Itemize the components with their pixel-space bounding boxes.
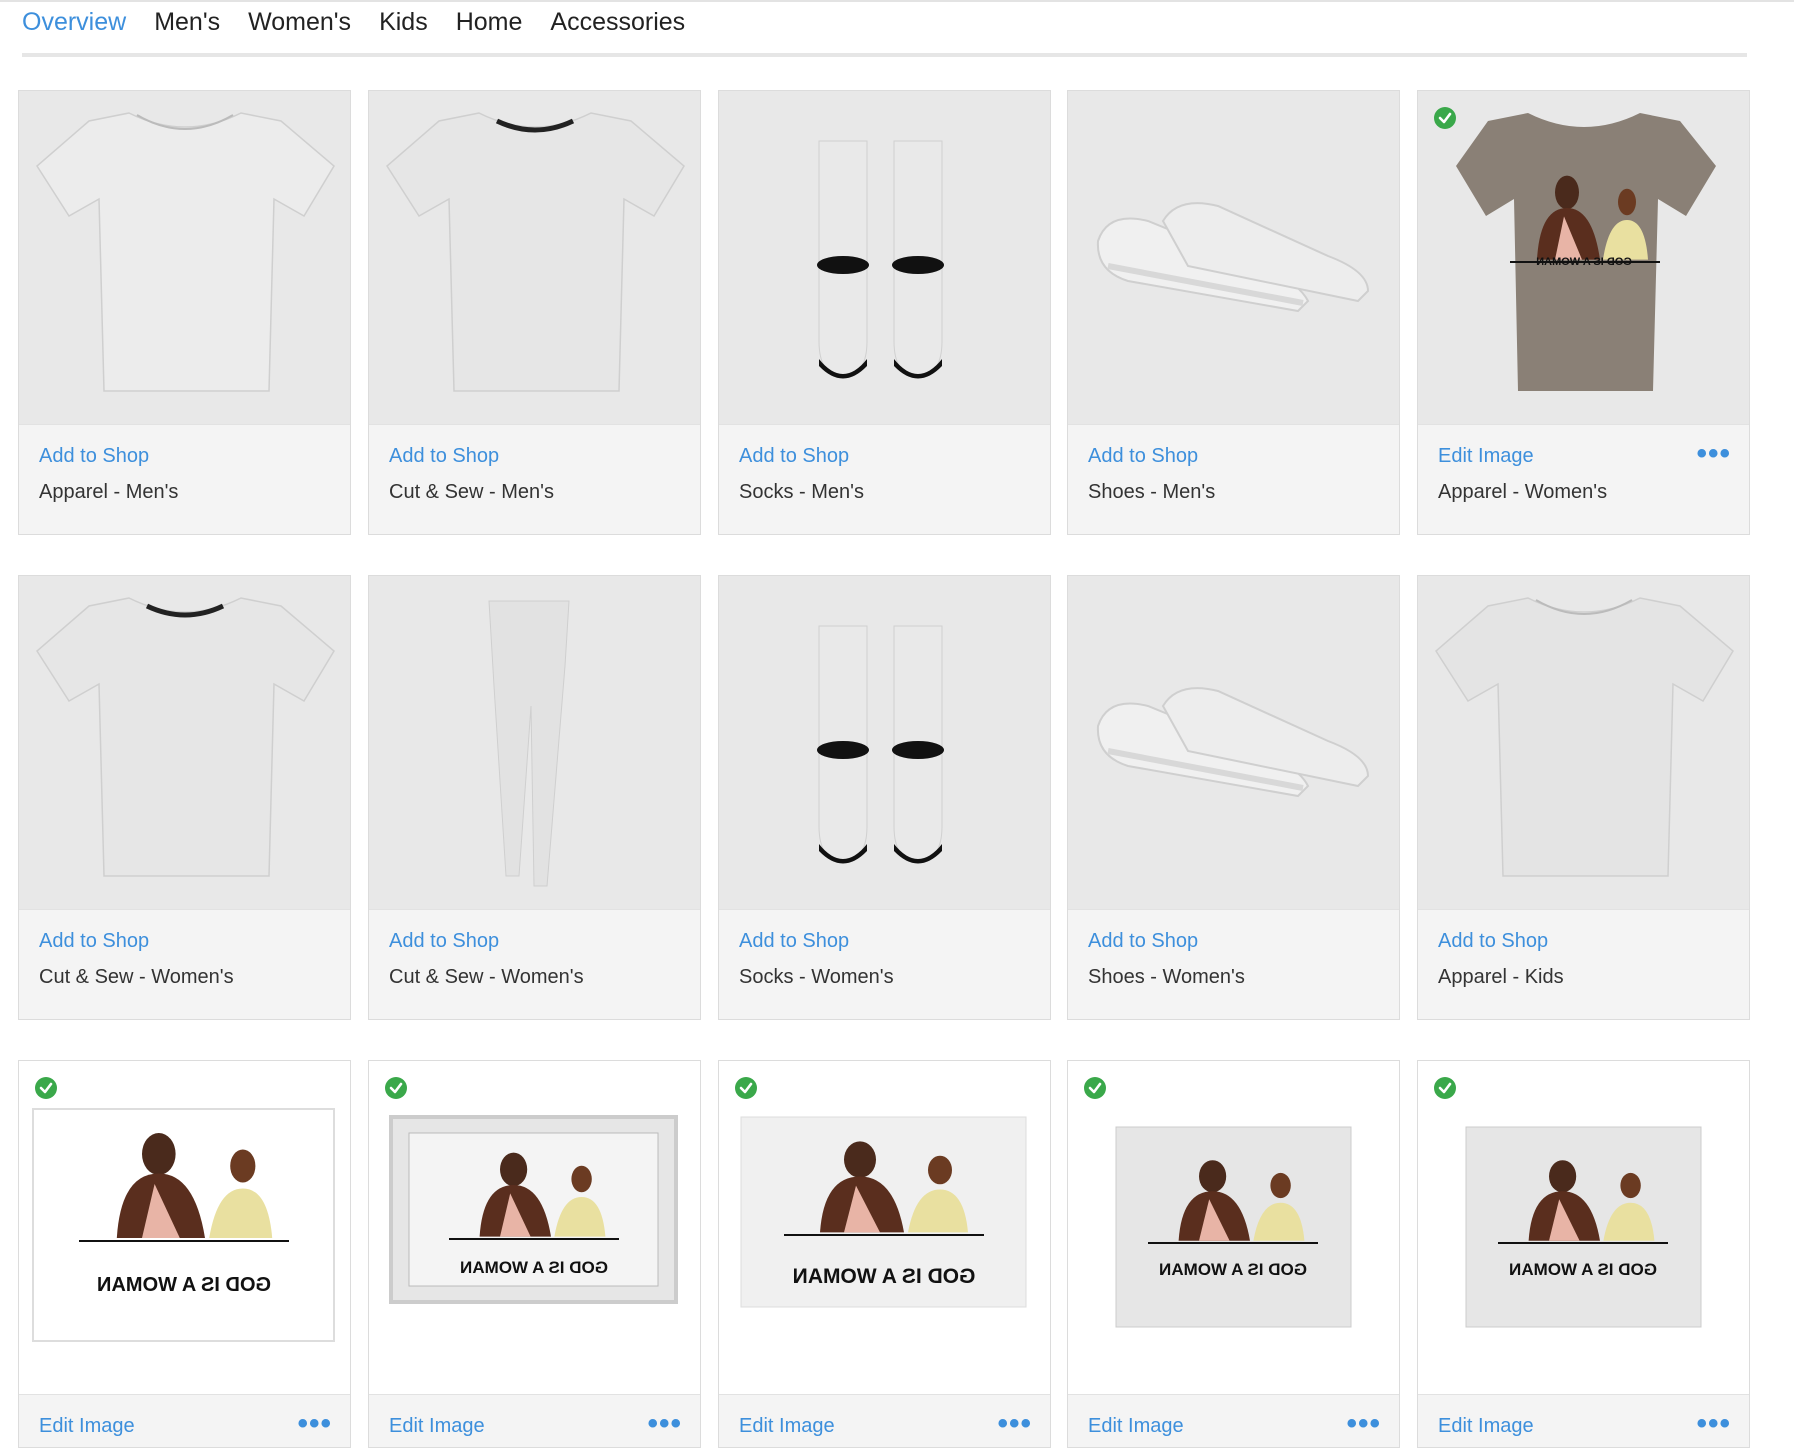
card-footer: Add to Shop Apparel - Kids [1418, 909, 1749, 1019]
product-card[interactable]: Add to Shop Socks - Women's [718, 575, 1051, 1020]
more-options-icon[interactable]: ••• [1696, 437, 1731, 471]
product-label: Cut & Sew - Women's [389, 966, 584, 988]
svg-text:GOD IS A WOMAN: GOD IS A WOMAN [97, 1274, 271, 1296]
framed-print-image[interactable]: GOD IS A WOMAN [369, 1061, 700, 1394]
add-to-shop-link[interactable]: Add to Shop [389, 930, 499, 953]
product-card[interactable]: GOD IS A WOMAN Edit Image ••• [368, 1060, 701, 1448]
card-footer: Edit Image ••• [1418, 1394, 1749, 1447]
leggings-image[interactable] [369, 576, 700, 909]
more-options-icon[interactable]: ••• [997, 1407, 1032, 1441]
sticker-image[interactable]: GOD IS A WOMAN [19, 1061, 350, 1394]
edit-image-link[interactable]: Edit Image [739, 1415, 835, 1438]
edit-image-link[interactable]: Edit Image [1088, 1415, 1184, 1438]
add-to-shop-link[interactable]: Add to Shop [39, 930, 149, 953]
check-icon [385, 1077, 407, 1099]
card-footer: Edit Image ••• [719, 1394, 1050, 1447]
card-footer: Edit Image ••• [19, 1394, 350, 1447]
shoes-image[interactable] [1068, 91, 1399, 424]
check-icon [1434, 107, 1456, 129]
edit-image-link[interactable]: Edit Image [1438, 445, 1534, 468]
check-icon [735, 1077, 757, 1099]
tab-home[interactable]: Home [456, 0, 523, 44]
edit-image-link[interactable]: Edit Image [1438, 1415, 1534, 1438]
product-label: Socks - Men's [739, 481, 864, 503]
card-footer: Add to Shop Shoes - Men's [1068, 424, 1399, 534]
svg-text:GOD IS A WOMAN: GOD IS A WOMAN [460, 1258, 608, 1277]
product-label: Apparel - Kids [1438, 966, 1564, 988]
socks-image[interactable] [719, 576, 1050, 909]
product-label: Shoes - Women's [1088, 966, 1245, 988]
card-footer: Add to Shop Socks - Women's [719, 909, 1050, 1019]
product-label: Cut & Sew - Women's [39, 966, 234, 988]
tshirt-collar-image[interactable] [19, 576, 350, 909]
add-to-shop-link[interactable]: Add to Shop [739, 445, 849, 468]
canvas-print-image[interactable]: GOD IS A WOMAN [1068, 1061, 1399, 1394]
kids-tshirt-image[interactable] [1418, 576, 1749, 909]
tab-womens[interactable]: Women's [248, 0, 351, 44]
svg-text:GOD IS A WOMAN: GOD IS A WOMAN [1159, 1260, 1307, 1279]
product-card[interactable]: Add to Shop Cut & Sew - Men's [368, 90, 701, 535]
card-footer: Add to Shop Cut & Sew - Women's [369, 909, 700, 1019]
card-footer: Add to Shop Socks - Men's [719, 424, 1050, 534]
add-to-shop-link[interactable]: Add to Shop [739, 930, 849, 953]
svg-text:GOD IS A WOMAN: GOD IS A WOMAN [1509, 1260, 1657, 1279]
product-card[interactable]: Add to Shop Shoes - Men's [1067, 90, 1400, 535]
add-to-shop-link[interactable]: Add to Shop [389, 445, 499, 468]
check-icon [35, 1077, 57, 1099]
tabs-underline [22, 53, 1747, 57]
card-footer: Add to Shop Shoes - Women's [1068, 909, 1399, 1019]
svg-text:GOD IS A WOMAN: GOD IS A WOMAN [1536, 256, 1632, 268]
product-card[interactable]: Add to Shop Apparel - Kids [1417, 575, 1750, 1020]
product-label: Socks - Women's [739, 966, 894, 988]
product-card[interactable]: Add to Shop Shoes - Women's [1067, 575, 1400, 1020]
more-options-icon[interactable]: ••• [1696, 1407, 1731, 1441]
art-print-image[interactable]: GOD IS A WOMAN [719, 1061, 1050, 1394]
add-to-shop-link[interactable]: Add to Shop [1438, 930, 1548, 953]
tab-overview[interactable]: Overview [22, 0, 126, 44]
add-to-shop-link[interactable]: Add to Shop [1088, 930, 1198, 953]
card-footer: Add to Shop Cut & Sew - Men's [369, 424, 700, 534]
socks-image[interactable] [719, 91, 1050, 424]
card-footer: Add to Shop Apparel - Men's [19, 424, 350, 534]
product-card[interactable]: GOD IS A WOMAN Edit Image Apparel - Wome… [1417, 90, 1750, 535]
product-card[interactable]: GOD IS A WOMAN Edit Image ••• [1067, 1060, 1400, 1448]
more-options-icon[interactable]: ••• [1346, 1407, 1381, 1441]
tab-mens[interactable]: Men's [154, 0, 220, 44]
svg-text:GOD IS A WOMAN: GOD IS A WOMAN [793, 1265, 976, 1288]
product-card[interactable]: Add to Shop Socks - Men's [718, 90, 1051, 535]
more-options-icon[interactable]: ••• [297, 1407, 332, 1441]
check-icon [1434, 1077, 1456, 1099]
check-icon [1084, 1077, 1106, 1099]
edit-image-link[interactable]: Edit Image [389, 1415, 485, 1438]
product-label: Apparel - Men's [39, 481, 179, 503]
tshirt-collar-image[interactable] [369, 91, 700, 424]
product-card[interactable]: GOD IS A WOMAN Edit Image ••• [18, 1060, 351, 1448]
product-card[interactable]: Add to Shop Cut & Sew - Women's [18, 575, 351, 1020]
edit-image-link[interactable]: Edit Image [39, 1415, 135, 1438]
tshirt-design-image[interactable]: GOD IS A WOMAN [1418, 91, 1749, 424]
add-to-shop-link[interactable]: Add to Shop [39, 445, 149, 468]
product-label: Cut & Sew - Men's [389, 481, 554, 503]
product-label: Apparel - Women's [1438, 481, 1608, 503]
tab-kids[interactable]: Kids [379, 0, 428, 44]
category-tabs: Overview Men's Women's Kids Home Accessories [22, 0, 685, 44]
card-footer: Add to Shop Cut & Sew - Women's [19, 909, 350, 1019]
canvas-print-image[interactable]: GOD IS A WOMAN [1418, 1061, 1749, 1394]
product-card[interactable]: GOD IS A WOMAN Edit Image ••• [718, 1060, 1051, 1448]
product-grid: Add to Shop Apparel - Men's Add to Shop … [18, 90, 1750, 1448]
product-card[interactable]: Add to Shop Apparel - Men's [18, 90, 351, 535]
tab-accessories[interactable]: Accessories [550, 0, 685, 44]
add-to-shop-link[interactable]: Add to Shop [1088, 445, 1198, 468]
tshirt-image[interactable] [19, 91, 350, 424]
shoes-image[interactable] [1068, 576, 1399, 909]
card-footer: Edit Image ••• [1068, 1394, 1399, 1447]
product-card[interactable]: Add to Shop Cut & Sew - Women's [368, 575, 701, 1020]
card-footer: Edit Image Apparel - Women's ••• [1418, 424, 1749, 534]
product-card[interactable]: GOD IS A WOMAN Edit Image ••• [1417, 1060, 1750, 1448]
card-footer: Edit Image ••• [369, 1394, 700, 1447]
more-options-icon[interactable]: ••• [647, 1407, 682, 1441]
product-label: Shoes - Men's [1088, 481, 1216, 503]
